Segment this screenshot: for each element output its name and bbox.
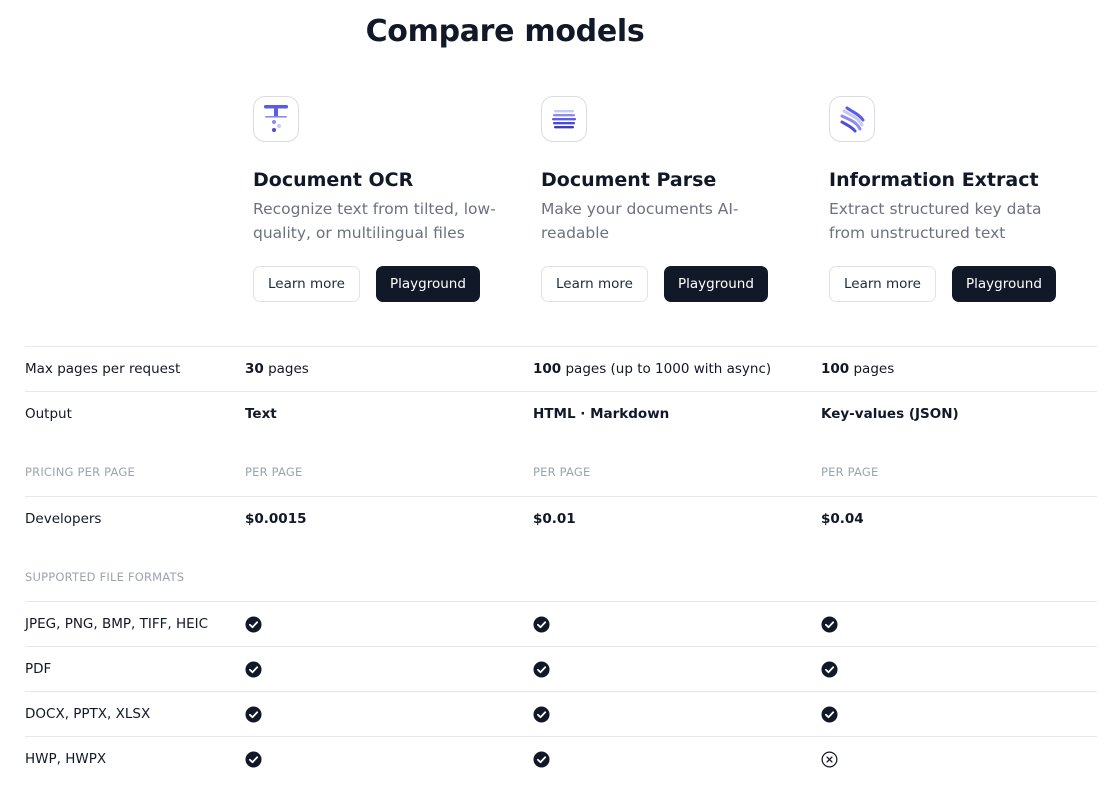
price-value: $0.01 (533, 511, 576, 527)
row-label: PDF (25, 661, 52, 677)
column-subheading: PER PAGE (821, 464, 879, 479)
supported-check-icon (245, 692, 262, 736)
max-pages-value: 100 pages (821, 347, 894, 391)
supported-check-icon (533, 737, 550, 781)
table-row-developers: Developers $0.0015 $0.01 $0.04 (25, 496, 1097, 541)
column-subheading: PER PAGE (245, 464, 303, 479)
learn-more-button[interactable]: Learn more (541, 266, 648, 302)
section-header-formats: SUPPORTED FILE FORMATS (25, 554, 1097, 599)
max-pages-number: 100 (821, 361, 850, 377)
supported-check-icon (821, 647, 838, 691)
price-value: $0.0015 (245, 511, 307, 527)
output-value: HTML · Markdown (533, 406, 670, 422)
max-pages-number: 30 (245, 361, 264, 377)
playground-button[interactable]: Playground (664, 266, 768, 302)
document-parse-logo-icon (541, 96, 587, 142)
table-row-format: HWP, HWPX (25, 736, 1097, 781)
supported-check-icon (821, 692, 838, 736)
table-row-format: JPEG, PNG, BMP, TIFF, HEIC (25, 601, 1097, 646)
table-row-format: PDF (25, 646, 1097, 691)
unsupported-x-icon (821, 737, 838, 781)
row-label: Max pages per request (25, 361, 181, 377)
playground-button[interactable]: Playground (376, 266, 480, 302)
model-name: Document Parse (541, 169, 717, 191)
playground-button[interactable]: Playground (952, 266, 1056, 302)
supported-check-icon (245, 737, 262, 781)
model-name: Document OCR (253, 169, 414, 191)
column-subheading: PER PAGE (533, 464, 591, 479)
row-label: HWP, HWPX (25, 751, 107, 767)
section-heading: SUPPORTED FILE FORMATS (25, 569, 185, 584)
supported-check-icon (533, 602, 550, 646)
learn-more-button[interactable]: Learn more (253, 266, 360, 302)
section-header-pricing: PRICING PER PAGE PER PAGE PER PAGE PER P… (25, 449, 1097, 494)
supported-check-icon (245, 647, 262, 691)
max-pages-unit: pages (up to 1000 with async) (561, 361, 772, 377)
section-heading: PRICING PER PAGE (25, 464, 135, 479)
model-card-document-ocr: Document OCR Recognize text from tilted,… (253, 96, 503, 302)
table-row-format: DOCX, PPTX, XLSX (25, 691, 1097, 736)
supported-check-icon (533, 647, 550, 691)
supported-check-icon (245, 602, 262, 646)
row-label: Developers (25, 511, 102, 527)
max-pages-value: 30 pages (245, 347, 309, 391)
supported-check-icon (533, 692, 550, 736)
row-label: Output (25, 406, 72, 422)
model-card-information-extract: Information Extract Extract structured k… (829, 96, 1079, 302)
output-value: Key-values (JSON) (821, 406, 959, 422)
output-value: Text (245, 406, 277, 422)
page-title: Compare models (365, 14, 645, 49)
model-description: Make your documents AI-readable (541, 200, 739, 242)
max-pages-number: 100 (533, 361, 562, 377)
model-description: Extract structured key data from unstruc… (829, 200, 1042, 242)
max-pages-value: 100 pages (up to 1000 with async) (533, 347, 771, 391)
max-pages-unit: pages (263, 361, 309, 377)
max-pages-unit: pages (849, 361, 895, 377)
table-row-output: Output Text HTML · Markdown Key-values (… (25, 391, 1097, 436)
model-card-document-parse: Document Parse Make your documents AI-re… (541, 96, 791, 302)
price-value: $0.04 (821, 511, 864, 527)
supported-check-icon (821, 602, 838, 646)
row-label: JPEG, PNG, BMP, TIFF, HEIC (25, 616, 209, 632)
learn-more-button[interactable]: Learn more (829, 266, 936, 302)
information-extract-logo-icon (829, 96, 875, 142)
row-label: DOCX, PPTX, XLSX (25, 706, 151, 722)
table-row-max-pages: Max pages per request 30 pages 100 pages… (25, 346, 1097, 391)
model-name: Information Extract (829, 169, 1039, 191)
document-ocr-logo-icon (253, 96, 299, 142)
model-description: Recognize text from tilted, low-quality,… (253, 200, 496, 242)
